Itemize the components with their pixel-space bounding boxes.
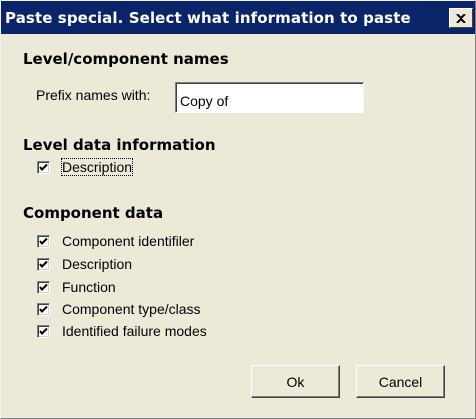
window-title: Paste special. Select what information t…: [5, 9, 411, 27]
component-identifier-checkbox[interactable]: [37, 234, 50, 248]
level-description-row[interactable]: Description: [37, 158, 134, 176]
component-identifier-label: Component identifiler: [62, 233, 195, 249]
checkmark-icon: [39, 327, 48, 335]
component-function-label: Function: [62, 279, 116, 295]
failure-modes-label: Identified failure modes: [62, 323, 207, 339]
component-type-checkbox[interactable]: [37, 302, 50, 316]
ok-button[interactable]: Ok: [251, 365, 340, 398]
prefix-label: Prefix names with:: [36, 87, 151, 103]
component-description-checkbox[interactable]: [37, 257, 50, 271]
close-button[interactable]: [449, 8, 473, 28]
title-bar[interactable]: Paste special. Select what information t…: [1, 1, 475, 34]
level-description-label: Description: [60, 158, 134, 176]
component-type-row[interactable]: Component type/class: [37, 300, 201, 318]
component-function-row[interactable]: Function: [37, 278, 116, 296]
prefix-input[interactable]: [175, 82, 364, 113]
checkmark-icon: [39, 305, 48, 313]
checkmark-icon: [39, 283, 48, 291]
checkmark-icon: [39, 163, 48, 171]
component-heading: Component data: [23, 204, 164, 222]
cancel-button[interactable]: Cancel: [356, 365, 445, 398]
level-description-checkbox[interactable]: [37, 160, 50, 174]
close-icon: [456, 13, 466, 23]
failure-modes-row[interactable]: Identified failure modes: [37, 322, 207, 340]
component-identifier-row[interactable]: Component identifiler: [37, 232, 194, 250]
checkmark-icon: [39, 260, 48, 268]
component-type-label: Component type/class: [62, 301, 201, 317]
component-description-row[interactable]: Description: [37, 255, 132, 273]
component-description-label: Description: [62, 256, 133, 272]
names-heading: Level/component names: [23, 50, 229, 68]
level-heading: Level data information: [23, 136, 216, 154]
paste-special-dialog: Paste special. Select what information t…: [0, 0, 476, 419]
failure-modes-checkbox[interactable]: [37, 324, 50, 338]
component-function-checkbox[interactable]: [37, 280, 50, 294]
checkmark-icon: [39, 237, 48, 245]
